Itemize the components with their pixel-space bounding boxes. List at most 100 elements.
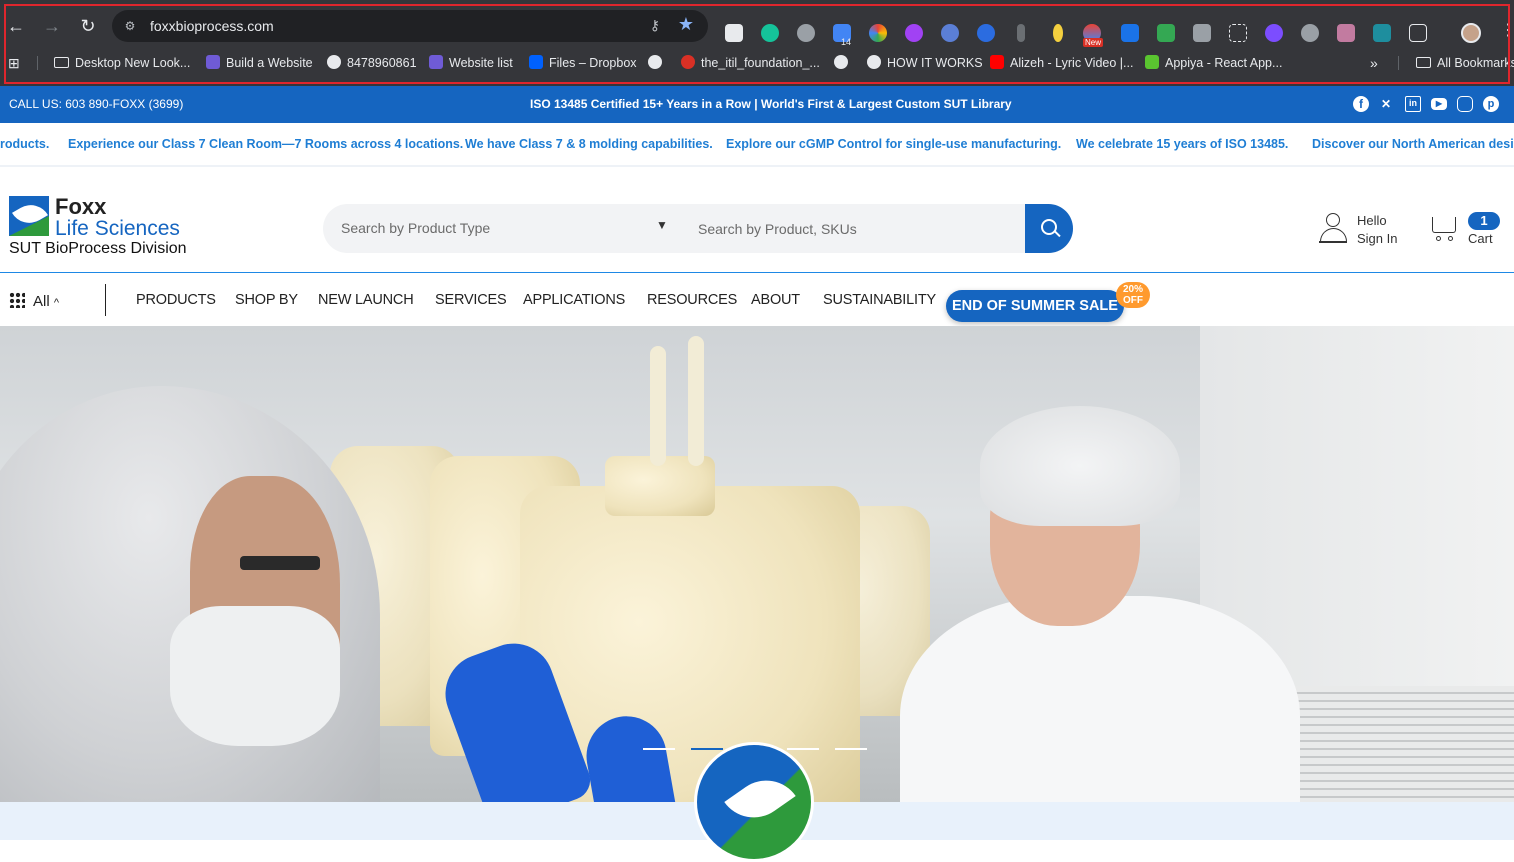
- nav-item-new-launch[interactable]: NEW LAUNCH: [318, 292, 414, 308]
- foxx-logo[interactable]: Foxx Life Sciences SUT BioProcess Divisi…: [9, 194, 209, 258]
- folder-icon: [1416, 57, 1431, 68]
- bookmark-item[interactable]: Files – Dropbox: [529, 53, 637, 73]
- password-key-icon[interactable]: ⚷: [650, 17, 660, 34]
- grammarly-icon[interactable]: [761, 24, 779, 42]
- announcement-ticker: roducts. Experience our Class 7 Clean Ro…: [0, 123, 1514, 167]
- bookmark-item[interactable]: 8478960861: [327, 53, 417, 73]
- nav-item-about[interactable]: ABOUT: [751, 292, 800, 308]
- slider-dot-active[interactable]: [691, 748, 723, 750]
- profile-avatar[interactable]: [1461, 23, 1481, 43]
- hero-slider[interactable]: [0, 326, 1514, 802]
- bookmark-star-icon[interactable]: ★: [678, 14, 694, 35]
- slider-dot[interactable]: [643, 748, 675, 750]
- reload-icon[interactable]: ↻: [77, 15, 99, 37]
- bulb-icon[interactable]: [1053, 24, 1063, 42]
- linkedin-icon[interactable]: in: [1405, 96, 1421, 112]
- screenshot-icon[interactable]: [1229, 24, 1247, 42]
- extension-icon[interactable]: [941, 24, 959, 42]
- cart-label: Cart: [1468, 231, 1493, 246]
- slider-dot[interactable]: [787, 748, 819, 750]
- bookmark-label: Appiya - React App...: [1165, 56, 1283, 70]
- instagram-icon[interactable]: [1457, 96, 1473, 112]
- scientist-right-coat: [900, 596, 1300, 802]
- extension-badge: 14: [841, 37, 852, 47]
- bookmark-label: Website list: [449, 56, 513, 70]
- color-picker-icon[interactable]: [869, 24, 887, 42]
- bookmark-item[interactable]: Desktop New Look...: [54, 53, 190, 73]
- extension-icon[interactable]: [1373, 24, 1391, 42]
- account-link[interactable]: Hello Sign In: [1318, 209, 1408, 249]
- nav-item-resources[interactable]: RESOURCES: [647, 292, 737, 308]
- x-icon[interactable]: ✕: [1378, 96, 1394, 112]
- chevron-up-icon: ^: [53, 297, 60, 309]
- ticker-item[interactable]: Experience our Class 7 Clean Room—7 Room…: [68, 137, 463, 151]
- bookmarks-overflow[interactable]: »: [1370, 53, 1378, 73]
- back-icon[interactable]: ←: [5, 15, 27, 37]
- product-type-select[interactable]: Search by Product Type: [341, 220, 490, 236]
- discount-word: OFF: [1123, 295, 1143, 306]
- ticker-item[interactable]: We have Class 7 & 8 molding capabilities…: [465, 137, 713, 151]
- extension-icon[interactable]: [1265, 24, 1283, 42]
- bookmark-item[interactable]: HOW IT WORKS: [867, 53, 983, 73]
- bookmark-label: the_itil_foundation_...: [701, 56, 820, 70]
- all-label: All: [33, 293, 50, 310]
- bookmark-label: HOW IT WORKS: [887, 56, 983, 70]
- ticker-item[interactable]: Discover our North American desig: [1312, 137, 1514, 151]
- bookmark-item[interactable]: Build a Website: [206, 53, 313, 73]
- bookmark-item[interactable]: the_itil_foundation_...: [681, 53, 820, 73]
- scientist-left-mask: [170, 606, 340, 746]
- youtube-icon[interactable]: ▶: [1431, 98, 1447, 110]
- extension-icon[interactable]: [1301, 24, 1319, 42]
- search-input[interactable]: [680, 204, 1025, 253]
- summer-sale-button[interactable]: END OF SUMMER SALE: [946, 290, 1124, 322]
- phone-number[interactable]: CALL US: 603 890-FOXX (3699): [9, 97, 183, 111]
- check-icon[interactable]: [1121, 24, 1139, 42]
- extension-icon[interactable]: [797, 24, 815, 42]
- all-bookmarks[interactable]: All Bookmarks: [1416, 53, 1514, 73]
- globe-icon: [648, 55, 662, 69]
- extension-icon[interactable]: [1017, 24, 1025, 42]
- nav-item-shop-by[interactable]: SHOP BY: [235, 292, 298, 308]
- nav-item-sustainability[interactable]: SUSTAINABILITY: [823, 292, 936, 308]
- search-button[interactable]: [1025, 204, 1073, 253]
- bookmark-item[interactable]: Appiya - React App...: [1145, 53, 1282, 73]
- site-info-icon[interactable]: ⚙: [122, 18, 138, 34]
- menu-kebab-icon[interactable]: ⋮: [1500, 20, 1514, 40]
- apps-grid-icon[interactable]: ⊞: [8, 53, 20, 73]
- slider-dot[interactable]: [835, 748, 867, 750]
- facebook-icon[interactable]: f: [1353, 96, 1369, 112]
- bookmark-item[interactable]: Website list: [429, 53, 513, 73]
- ticker-item[interactable]: We celebrate 15 years of ISO 13485.: [1076, 137, 1288, 151]
- puzzle-icon[interactable]: [1409, 24, 1427, 42]
- ticker-item[interactable]: roducts.: [0, 137, 49, 151]
- dropbox-icon: [529, 55, 543, 69]
- extension-icon[interactable]: [905, 24, 923, 42]
- leaf-icon: [724, 766, 796, 832]
- nav-item-services[interactable]: SERVICES: [435, 292, 507, 308]
- bookmark-icon: [681, 55, 695, 69]
- bookmark-label: Desktop New Look...: [75, 56, 191, 70]
- forward-icon[interactable]: →: [41, 15, 63, 37]
- pinterest-icon[interactable]: p: [1483, 96, 1499, 112]
- extension-icon[interactable]: [1157, 24, 1175, 42]
- bookmark-item[interactable]: [648, 53, 668, 73]
- address-bar[interactable]: ⚙ foxxbioprocess.com ⚷ ★: [112, 10, 708, 42]
- nav-item-products[interactable]: PRODUCTS: [136, 292, 216, 308]
- extension-icon[interactable]: [1193, 24, 1211, 42]
- extension-icon[interactable]: [977, 24, 995, 42]
- ticker-item[interactable]: Explore our cGMP Control for single-use …: [726, 137, 1061, 151]
- cart-icon: [1432, 217, 1456, 233]
- iso-banner: ISO 13485 Certified 15+ Years in a Row |…: [530, 97, 1012, 111]
- cart-link[interactable]: 1 Cart: [1430, 209, 1500, 249]
- sign-in-link[interactable]: Sign In: [1357, 231, 1397, 246]
- cart-wheel: [1448, 236, 1453, 241]
- nav-item-applications[interactable]: APPLICATIONS: [523, 292, 625, 308]
- chevron-down-icon[interactable]: ▼: [656, 218, 668, 232]
- extension-icon[interactable]: [1337, 24, 1355, 42]
- url-text[interactable]: foxxbioprocess.com: [150, 18, 274, 34]
- grid-icon: [9, 292, 25, 308]
- bookmark-item[interactable]: Alizeh - Lyric Video |...: [990, 53, 1133, 73]
- extension-icon[interactable]: [725, 24, 743, 42]
- all-categories-menu[interactable]: All ^: [9, 292, 59, 310]
- bookmark-item[interactable]: [834, 53, 854, 73]
